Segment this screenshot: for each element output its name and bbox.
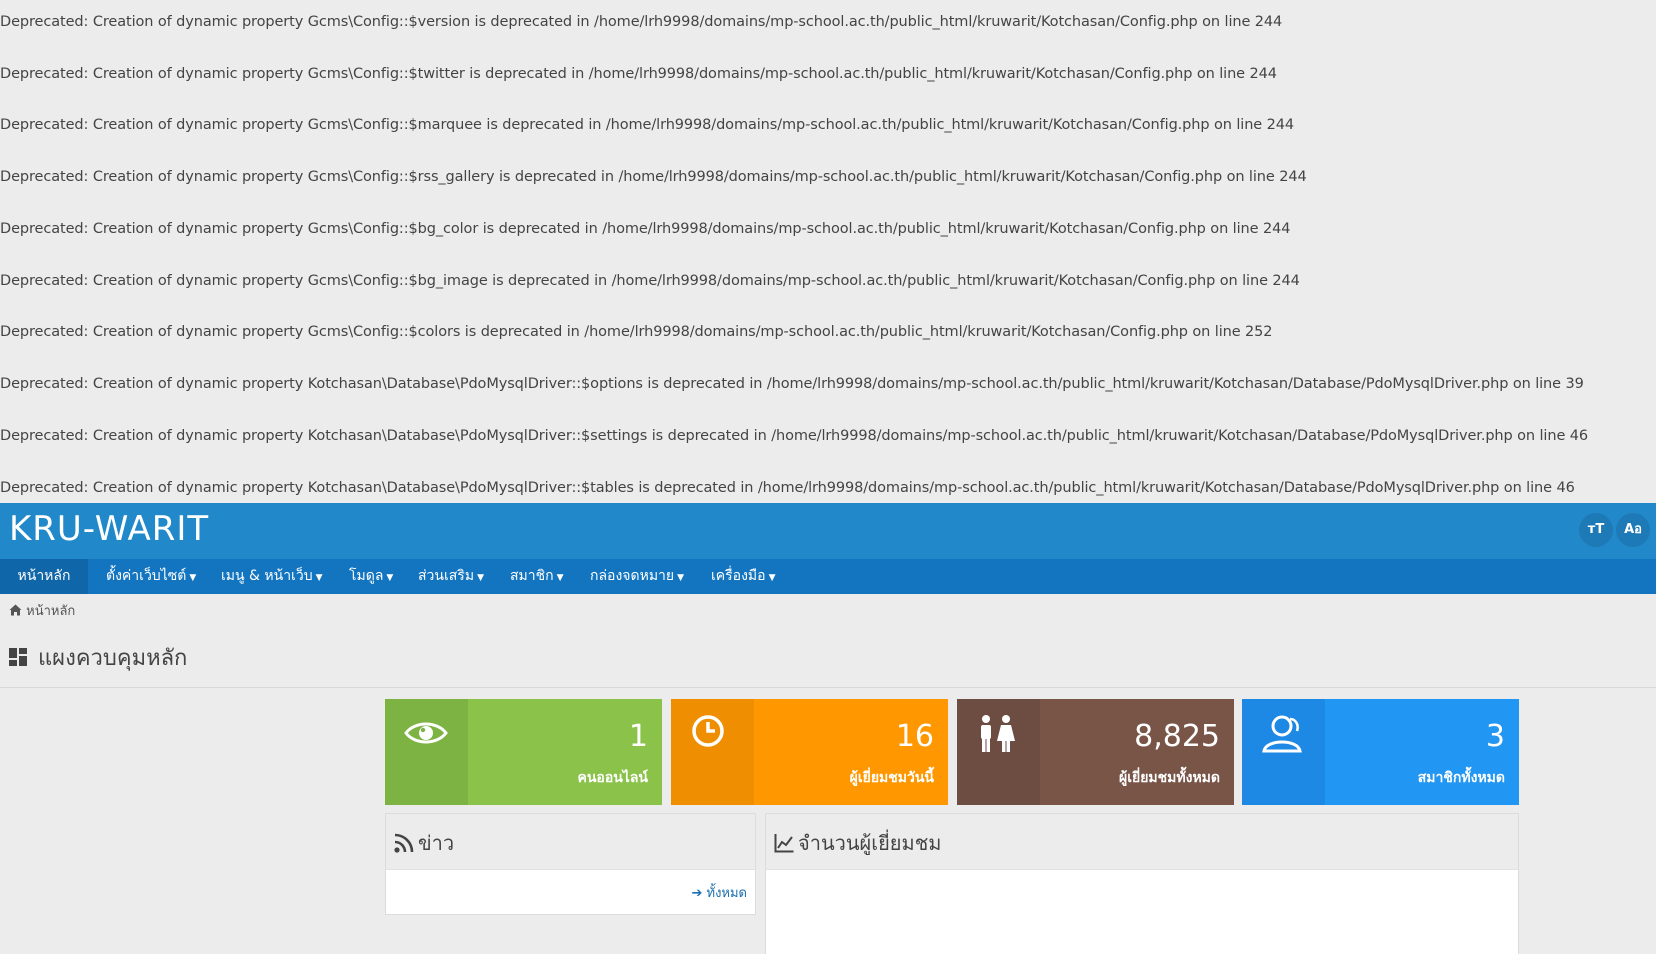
caret-down-icon: ▼ [768,573,776,583]
nav-item-label: กล่องจดหมาย [590,568,675,584]
nav-item-label: ตั้งค่าเว็บไซต์ [106,568,187,584]
eye-icon [404,722,448,744]
stat-value: 16 [895,719,934,754]
divider [0,687,1656,688]
stat-card-members[interactable]: 3 สมาชิกทั้งหมด [1242,699,1519,805]
caret-down-icon: ▼ [677,573,685,583]
rss-icon [394,833,414,853]
nav-item-addons[interactable]: ส่วนเสริม ▼ [418,559,484,594]
news-all-link[interactable]: ➔ ทั้งหมด [691,882,747,903]
nav-item-label: เมนู & หน้าเว็บ [221,568,313,584]
breadcrumb: หน้าหลัก [9,600,75,621]
stat-label: ผู้เยี่ยมชมวันนี้ [849,770,934,786]
arrow-right-icon: ➔ [691,886,703,901]
error-line: Deprecated: Creation of dynamic property… [0,273,1300,289]
page-title: แผงควบคุมหลัก [9,640,187,675]
caret-down-icon: ▼ [189,573,197,583]
language-button[interactable]: Aอ [1616,513,1650,547]
news-all-label: ทั้งหมด [706,886,748,901]
caret-down-icon: ▼ [556,573,564,583]
error-line: Deprecated: Creation of dynamic property… [0,14,1283,30]
nav-item-label: โมดูล [349,568,384,584]
stat-value: 3 [1485,719,1505,754]
nav-item-site-settings[interactable]: ตั้งค่าเว็บไซต์ ▼ [106,559,196,594]
error-line: Deprecated: Creation of dynamic property… [0,169,1307,185]
panel-title-text: ข่าว [418,831,455,855]
caret-down-icon: ▼ [386,573,394,583]
nav-item-mailbox[interactable]: กล่องจดหมาย ▼ [590,559,684,594]
nav-item-members[interactable]: สมาชิก ▼ [510,559,564,594]
chart-line-icon [774,834,794,853]
page-title-text: แผงควบคุมหลัก [38,646,188,671]
people-icon [981,715,1015,752]
panel-title-text: จำนวนผู้เยี่ยมชม [798,831,942,855]
error-line: Deprecated: Creation of dynamic property… [0,480,1575,496]
nav-item-menus-pages[interactable]: เมนู & หน้าเว็บ ▼ [221,559,323,594]
font-size-button[interactable]: тT [1579,513,1613,547]
panel-title: ข่าว [394,827,454,859]
nav-item-label: เครื่องมือ [711,568,766,584]
home-icon [9,604,22,616]
nav-item-home[interactable]: หน้าหลัก [0,559,88,594]
stat-label: ผู้เยี่ยมชมทั้งหมด [1119,770,1220,786]
stat-value: 1 [628,719,648,754]
panel-title: จำนวนผู้เยี่ยมชม [774,827,941,859]
news-panel: ข่าว ➔ ทั้งหมด [385,813,756,915]
breadcrumb-home[interactable]: หน้าหลัก [26,604,75,619]
nav-item-label: ส่วนเสริม [418,568,475,584]
clock-icon [692,715,724,747]
stat-value: 8,825 [1134,719,1220,754]
error-line: Deprecated: Creation of dynamic property… [0,428,1589,444]
panel-header: ข่าว [386,814,755,870]
stat-label: สมาชิกทั้งหมด [1417,770,1505,786]
error-line: Deprecated: Creation of dynamic property… [0,66,1277,82]
dashboard-icon [9,648,27,666]
error-line: Deprecated: Creation of dynamic property… [0,324,1273,340]
users-icon [1262,715,1302,753]
caret-down-icon: ▼ [315,573,323,583]
error-line: Deprecated: Creation of dynamic property… [0,376,1584,392]
error-line: Deprecated: Creation of dynamic property… [0,117,1295,133]
panel-header: จำนวนผู้เยี่ยมชม [766,814,1518,870]
site-header: KRU-WARIT тT Aอ [0,503,1656,559]
stat-card-total-visitors[interactable]: 8,825 ผู้เยี่ยมชมทั้งหมด [957,699,1234,805]
site-logo[interactable]: KRU-WARIT [9,509,209,549]
nav-item-label: หน้าหลัก [17,568,71,584]
nav-item-tools[interactable]: เครื่องมือ ▼ [711,559,775,594]
error-line: Deprecated: Creation of dynamic property… [0,221,1291,237]
stat-card-today[interactable]: 16 ผู้เยี่ยมชมวันนี้ [671,699,948,805]
stat-card-online[interactable]: 1 คนออนไลน์ [385,699,662,805]
nav-item-modules[interactable]: โมดูล ▼ [349,559,393,594]
main-nav: หน้าหลัก ตั้งค่าเว็บไซต์ ▼ เมนู & หน้าเว็… [0,559,1656,594]
visitors-panel: จำนวนผู้เยี่ยมชม [765,813,1519,954]
stat-label: คนออนไลน์ [577,770,648,786]
nav-item-label: สมาชิก [510,568,554,584]
caret-down-icon: ▼ [477,573,484,583]
